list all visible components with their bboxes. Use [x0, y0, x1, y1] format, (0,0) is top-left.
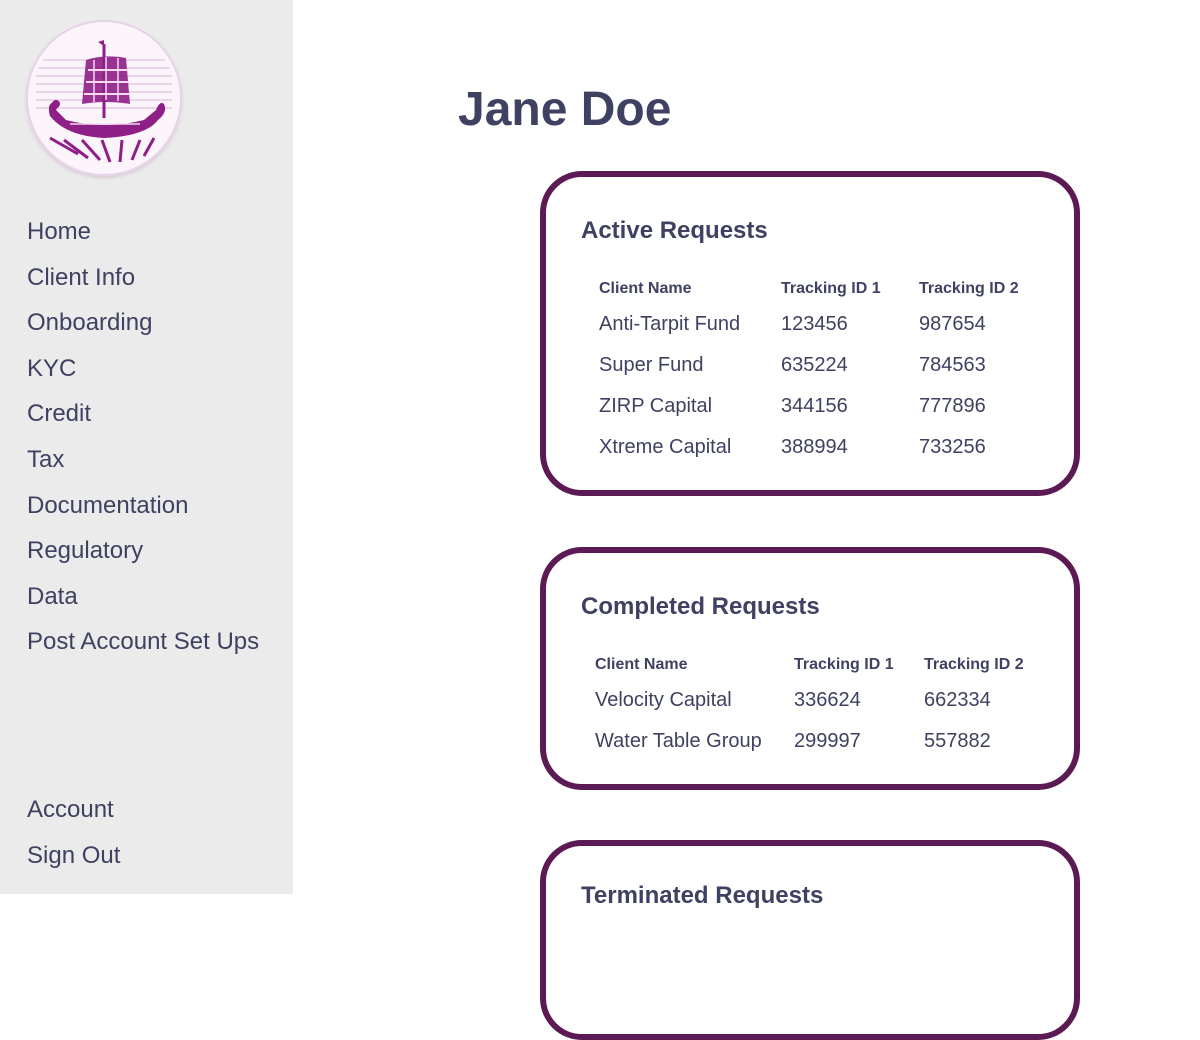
- active-requests-title: Active Requests: [581, 217, 768, 244]
- sidebar-item-credit[interactable]: Credit: [27, 395, 259, 441]
- tracking-id-2-cell: 733256: [919, 436, 986, 458]
- column-header-tracking-id-2: Tracking ID 2: [919, 280, 1019, 297]
- client-name-cell: Water Table Group: [595, 730, 762, 752]
- tracking-id-2-cell: 777896: [919, 395, 986, 417]
- table-row[interactable]: Anti-Tarpit Fund 123456 987654: [599, 304, 1039, 345]
- viking-ship-icon: [36, 40, 172, 163]
- tracking-id-1-cell: 344156: [781, 395, 848, 417]
- table-row[interactable]: Super Fund 635224 784563: [599, 345, 1039, 386]
- column-header-tracking-id-1: Tracking ID 1: [781, 280, 881, 297]
- page-title: Jane Doe: [458, 83, 672, 136]
- sidebar-bottom-nav: Account Sign Out: [27, 791, 120, 882]
- table-row[interactable]: Water Table Group 299997 557882: [595, 721, 1044, 762]
- table-header-row: Client Name Tracking ID 1 Tracking ID 2: [595, 650, 1044, 680]
- column-header-tracking-id-2: Tracking ID 2: [924, 656, 1024, 673]
- tracking-id-2-cell: 784563: [919, 354, 986, 376]
- client-name-cell: Velocity Capital: [595, 689, 732, 711]
- sidebar-item-account[interactable]: Account: [27, 791, 120, 837]
- sidebar-item-regulatory[interactable]: Regulatory: [27, 532, 259, 578]
- terminated-requests-card: Terminated Requests: [540, 840, 1080, 1040]
- tracking-id-2-cell: 662334: [924, 689, 991, 711]
- logo[interactable]: [26, 20, 182, 176]
- tracking-id-1-cell: 388994: [781, 436, 848, 458]
- sidebar-item-data[interactable]: Data: [27, 578, 259, 624]
- sidebar: Home Client Info Onboarding KYC Credit T…: [0, 0, 293, 894]
- active-requests-table: Client Name Tracking ID 1 Tracking ID 2 …: [599, 274, 1039, 468]
- active-requests-card: Active Requests Client Name Tracking ID …: [540, 171, 1080, 496]
- sidebar-item-tax[interactable]: Tax: [27, 441, 259, 487]
- table-header-row: Client Name Tracking ID 1 Tracking ID 2: [599, 274, 1039, 304]
- client-name-cell: Xtreme Capital: [599, 436, 732, 458]
- completed-requests-title: Completed Requests: [581, 593, 820, 620]
- sidebar-nav: Home Client Info Onboarding KYC Credit T…: [27, 213, 259, 669]
- sidebar-item-post-account-set-ups[interactable]: Post Account Set Ups: [27, 623, 259, 669]
- tracking-id-1-cell: 299997: [794, 730, 861, 752]
- column-header-tracking-id-1: Tracking ID 1: [794, 656, 894, 673]
- table-row[interactable]: ZIRP Capital 344156 777896: [599, 386, 1039, 427]
- client-name-cell: Anti-Tarpit Fund: [599, 313, 741, 335]
- client-name-cell: ZIRP Capital: [599, 395, 713, 417]
- column-header-client-name: Client Name: [595, 656, 688, 673]
- completed-requests-table: Client Name Tracking ID 1 Tracking ID 2 …: [595, 650, 1044, 762]
- sidebar-item-sign-out[interactable]: Sign Out: [27, 837, 120, 883]
- sidebar-item-onboarding[interactable]: Onboarding: [27, 304, 259, 350]
- tracking-id-2-cell: 987654: [919, 313, 986, 335]
- sidebar-item-home[interactable]: Home: [27, 213, 259, 259]
- table-row[interactable]: Velocity Capital 336624 662334: [595, 680, 1044, 721]
- tracking-id-2-cell: 557882: [924, 730, 991, 752]
- terminated-requests-title: Terminated Requests: [581, 882, 824, 909]
- client-name-cell: Super Fund: [599, 354, 704, 376]
- sidebar-item-documentation[interactable]: Documentation: [27, 487, 259, 533]
- sidebar-item-client-info[interactable]: Client Info: [27, 259, 259, 305]
- tracking-id-1-cell: 123456: [781, 313, 848, 335]
- table-row[interactable]: Xtreme Capital 388994 733256: [599, 427, 1039, 468]
- sidebar-item-kyc[interactable]: KYC: [27, 350, 259, 396]
- completed-requests-card: Completed Requests Client Name Tracking …: [540, 547, 1080, 790]
- tracking-id-1-cell: 635224: [781, 354, 848, 376]
- tracking-id-1-cell: 336624: [794, 689, 861, 711]
- column-header-client-name: Client Name: [599, 280, 692, 297]
